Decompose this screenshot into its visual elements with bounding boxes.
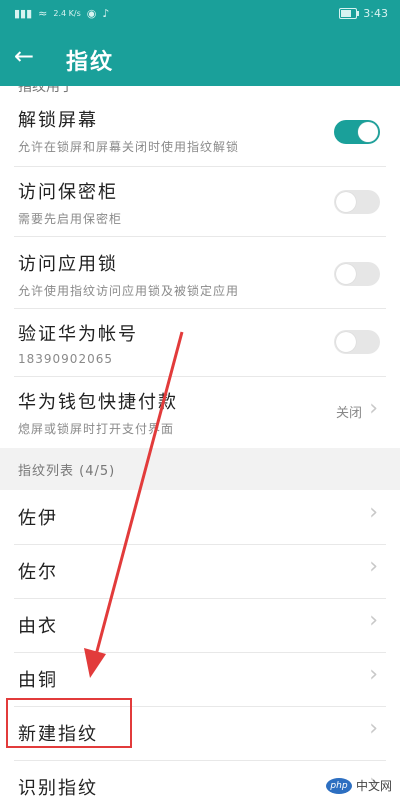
watermark-text: 中文网 <box>355 779 392 793</box>
watermark: php 中文网 <box>325 777 392 794</box>
annotation-arrow <box>84 331 184 678</box>
arrow-head <box>84 648 106 678</box>
watermark-logo: php <box>325 777 352 794</box>
arrow-shaft <box>94 331 184 656</box>
